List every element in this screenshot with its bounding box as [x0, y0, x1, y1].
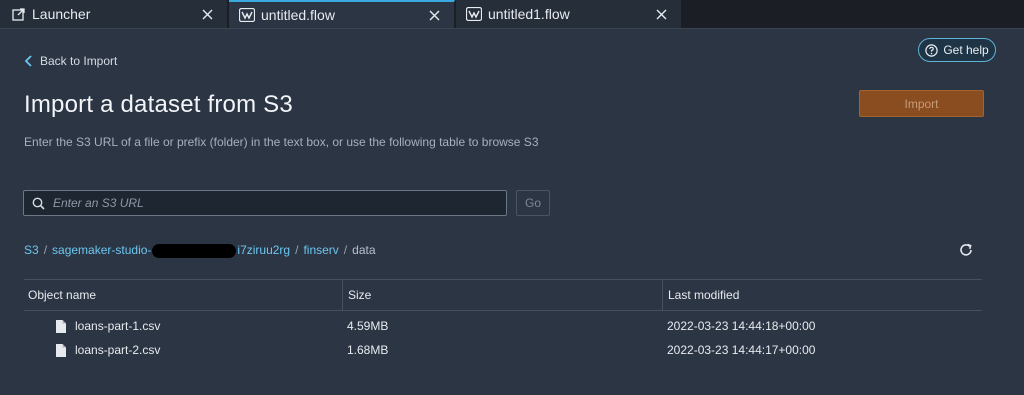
import-s3-panel: Back to Import Get help Import a dataset…: [0, 29, 1024, 395]
tab-label: untitled.flow: [261, 7, 335, 23]
help-icon: [925, 43, 939, 57]
table-header: Object name Size Last modified: [24, 279, 982, 311]
table-row[interactable]: loans-part-2.csv 1.68MB 2022-03-23 14:44…: [24, 338, 982, 362]
tab-bar: Launcher untitled.flow untitled1.flow: [0, 0, 1024, 29]
tab-label: untitled1.flow: [488, 6, 570, 22]
search-icon: [32, 197, 45, 210]
page-title: Import a dataset from S3: [24, 91, 293, 118]
column-header-size[interactable]: Size: [342, 280, 662, 310]
objects-table: Object name Size Last modified loans-par…: [24, 279, 982, 362]
chevron-left-icon: [24, 55, 32, 67]
object-name[interactable]: loans-part-2.csv: [75, 343, 160, 357]
size-cell: 4.59MB: [347, 319, 389, 333]
tab-label: Launcher: [32, 6, 91, 22]
s3-url-search: [23, 190, 507, 216]
back-to-import-link[interactable]: Back to Import: [24, 54, 117, 68]
breadcrumb-separator: /: [343, 243, 348, 258]
breadcrumb: S3 / sagemaker-studio-i7ziruu2rg / finse…: [24, 243, 376, 258]
s3-url-input[interactable]: [51, 195, 506, 211]
get-help-button[interactable]: Get help: [918, 38, 996, 62]
file-icon: [56, 343, 66, 357]
bucket-prefix: sagemaker-studio-: [52, 243, 152, 257]
object-name[interactable]: loans-part-1.csv: [75, 319, 160, 333]
last-modified-cell: 2022-03-23 14:44:17+00:00: [667, 343, 816, 357]
breadcrumb-separator: /: [43, 243, 48, 258]
column-header-last-modified[interactable]: Last modified: [662, 280, 982, 310]
breadcrumb-separator: /: [295, 243, 299, 258]
close-icon[interactable]: [653, 6, 669, 22]
go-button[interactable]: Go: [516, 190, 550, 216]
page-subtitle: Enter the S3 URL of a file or prefix (fo…: [24, 135, 539, 149]
import-button[interactable]: Import: [859, 90, 984, 117]
refresh-icon[interactable]: [958, 242, 974, 258]
last-modified-cell: 2022-03-23 14:44:18+00:00: [667, 319, 816, 333]
size-cell: 1.68MB: [347, 343, 389, 357]
tab-untitled-flow[interactable]: untitled.flow: [229, 0, 455, 28]
object-name-cell: loans-part-2.csv: [24, 343, 342, 357]
redaction-mark: [152, 243, 237, 258]
column-header-object-name[interactable]: Object name: [24, 280, 342, 310]
object-name-cell: loans-part-1.csv: [24, 319, 342, 333]
close-icon[interactable]: [199, 6, 215, 22]
flow-icon: [239, 7, 255, 23]
tab-launcher[interactable]: Launcher: [0, 0, 228, 28]
table-row[interactable]: loans-part-1.csv 4.59MB 2022-03-23 14:44…: [24, 314, 982, 338]
flow-icon: [466, 6, 482, 22]
breadcrumb-current: data: [352, 243, 376, 258]
tab-untitled1-flow[interactable]: untitled1.flow: [456, 0, 682, 28]
close-icon[interactable]: [426, 7, 442, 23]
bucket-suffix: i7ziruu2rg: [237, 243, 291, 257]
file-icon: [56, 319, 66, 333]
breadcrumb-s3[interactable]: S3: [24, 243, 39, 257]
back-link-label: Back to Import: [40, 54, 118, 68]
breadcrumb-bucket[interactable]: sagemaker-studio-i7ziruu2rg: [52, 243, 290, 258]
external-link-icon: [10, 6, 26, 22]
get-help-label: Get help: [943, 43, 989, 57]
breadcrumb-finserv[interactable]: finserv: [303, 243, 338, 257]
